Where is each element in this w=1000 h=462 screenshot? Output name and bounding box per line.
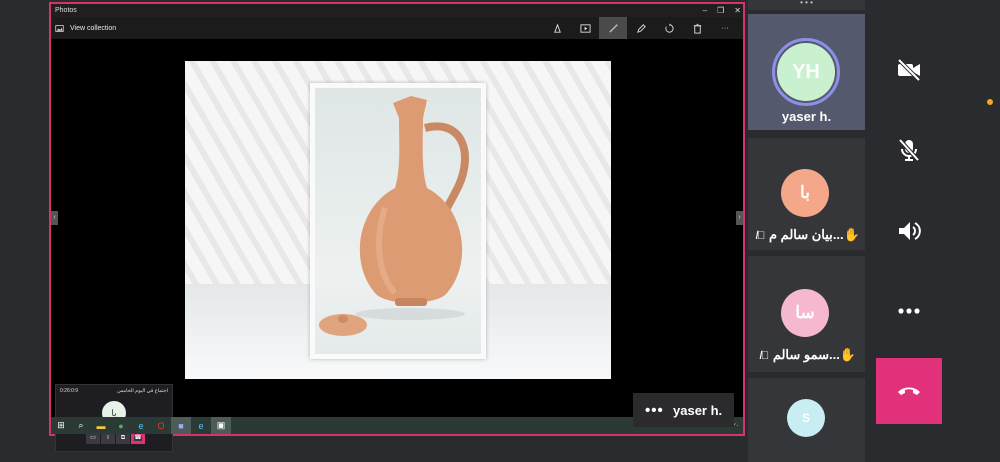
delete-button[interactable] xyxy=(683,17,711,39)
more-options-button[interactable]: ··· xyxy=(711,17,739,39)
mic-off-icon: 🎙̸ xyxy=(760,350,770,362)
windows-logo-icon: ⊞ xyxy=(57,420,65,430)
internet-explorer-icon: e xyxy=(198,420,204,431)
view-collection-label: View collection xyxy=(70,24,117,32)
participant-name: yaser h. xyxy=(781,109,832,124)
avatar: S xyxy=(787,399,825,437)
photos-command-bar: View collection ··· xyxy=(51,17,743,39)
chrome-button[interactable]: ● xyxy=(111,417,131,434)
previous-photo-button[interactable]: ‹ xyxy=(51,211,58,225)
maximize-button[interactable]: ❐ xyxy=(717,4,724,17)
raised-hand-icon: ✋ xyxy=(843,227,860,242)
speaker-icon xyxy=(899,222,921,240)
participant-name: بيان سالم م... xyxy=(769,227,844,242)
chrome-icon: ● xyxy=(118,420,124,431)
raised-hand-icon: ✋ xyxy=(839,347,857,362)
participant-tile-bayan[interactable]: با 🎙̸ بيان سالم م...✋ xyxy=(748,138,865,250)
slideshow-button[interactable] xyxy=(571,17,599,39)
photos-app-title: Photos xyxy=(55,7,77,14)
participant-strip-top: • • • xyxy=(748,0,865,10)
participant-label: 🎙̸ بيان سالم م...✋ xyxy=(748,227,865,243)
search-button[interactable]: ⌕ xyxy=(71,417,91,434)
mic-off-icon: 🎙̸ xyxy=(757,230,766,242)
pencil-icon xyxy=(636,23,646,33)
close-window-button[interactable]: ✕ xyxy=(734,4,741,17)
rotate-icon xyxy=(664,22,674,33)
mini-meeting-title: اجتماع في اليوم الخامس xyxy=(117,388,168,394)
collection-icon xyxy=(55,24,64,32)
rotate-button[interactable] xyxy=(655,17,683,39)
opera-icon: O xyxy=(157,420,165,431)
trash-icon xyxy=(693,23,701,34)
hangup-icon xyxy=(898,387,920,395)
opera-button[interactable]: O xyxy=(151,417,171,434)
view-collection-button[interactable]: View collection xyxy=(55,17,116,39)
ie-button[interactable]: e xyxy=(191,417,211,434)
camera-off-icon xyxy=(897,58,921,82)
clay-jug-image xyxy=(319,96,469,336)
file-explorer-button[interactable]: ▬ xyxy=(91,417,111,434)
presenter-name: yaser h. xyxy=(673,402,723,418)
mini-meeting-timer: 0:26:0:9 xyxy=(60,388,79,394)
more-dots-icon xyxy=(898,308,920,314)
edge-icon: e xyxy=(138,420,144,431)
speaker-button[interactable] xyxy=(876,198,942,264)
camera-icon: ▭ xyxy=(90,435,96,441)
photo-viewer: ‹ › 0:26:0:9 اجتماع في اليوم الخامس يا ▭… xyxy=(51,39,743,452)
avatar: YH xyxy=(777,43,835,101)
enhance-button[interactable] xyxy=(543,17,571,39)
search-icon: ⌕ xyxy=(78,420,84,430)
teams-icon: ■ xyxy=(178,420,184,431)
magic-wand-icon xyxy=(608,23,618,33)
presenter-more-button[interactable]: ••• xyxy=(645,402,671,419)
participant-name: سمو سالم... xyxy=(772,347,840,362)
edge-button[interactable]: e xyxy=(131,417,151,434)
crop-button[interactable] xyxy=(599,17,627,39)
photo-frame xyxy=(310,83,486,359)
minimize-button[interactable]: – xyxy=(703,4,707,17)
microphone-toggle-button[interactable] xyxy=(876,117,942,183)
photos-window: Photos – ❐ ✕ View collection ··· ‹ › 0:2… xyxy=(49,2,745,452)
microphone-off-icon xyxy=(898,138,920,162)
mini-meeting-title-row: 0:26:0:9 اجتماع في اليوم الخامس xyxy=(60,388,168,394)
next-photo-button[interactable]: › xyxy=(736,211,743,225)
photo-inner xyxy=(315,88,481,354)
participant-label: 🎙̸ سمو سالم...✋ xyxy=(748,347,865,363)
participant-tile-samo[interactable]: سا 🎙̸ سمو سالم...✋ xyxy=(748,256,865,372)
photos-titlebar: Photos – ❐ ✕ xyxy=(51,4,743,17)
photos-taskbar-button[interactable]: ▣ xyxy=(211,417,231,434)
share-screen-icon: ⧉ xyxy=(120,435,126,441)
participant-tile-yaser[interactable]: YH yaser h. xyxy=(748,14,865,130)
notification-dot xyxy=(987,99,993,105)
slideshow-icon xyxy=(579,23,591,33)
participant-tile-s[interactable]: S xyxy=(748,378,865,462)
microphone-icon: ⏽ xyxy=(105,435,111,441)
photos-icon: ▣ xyxy=(216,420,226,430)
folder-icon: ▬ xyxy=(96,420,106,431)
edit-button[interactable] xyxy=(627,17,655,39)
displayed-photo xyxy=(185,61,611,379)
avatar: با xyxy=(781,169,829,217)
enhance-icon xyxy=(553,23,561,33)
more-actions-button[interactable] xyxy=(876,278,942,344)
avatar: سا xyxy=(781,289,829,337)
presenter-name-tag: ••• yaser h. xyxy=(633,393,734,427)
hangup-icon: ☎ xyxy=(134,435,142,441)
teams-button[interactable]: ■ xyxy=(171,417,191,434)
camera-toggle-button[interactable] xyxy=(876,37,942,103)
start-button[interactable]: ⊞ xyxy=(51,417,71,434)
end-call-button[interactable] xyxy=(876,358,942,424)
